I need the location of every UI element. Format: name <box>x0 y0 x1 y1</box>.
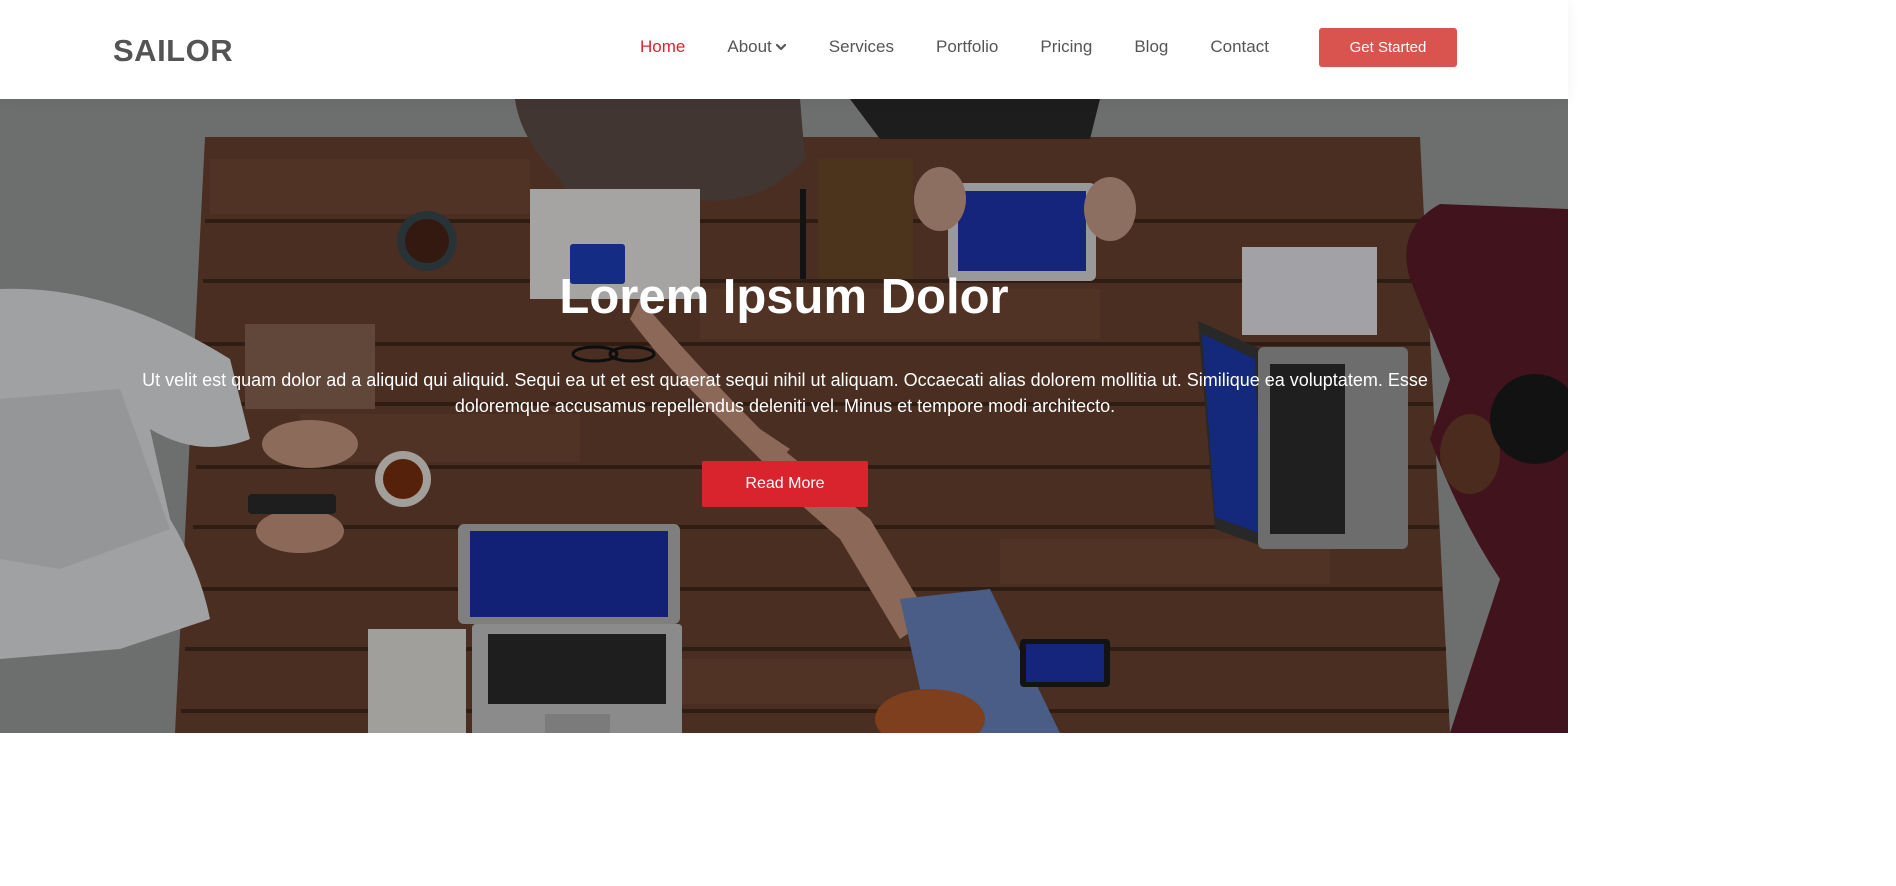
hero-title: Lorem Ipsum Dolor <box>559 270 1009 324</box>
nav-item-label: Services <box>828 37 894 56</box>
nav-item-label: About <box>727 37 772 56</box>
main-nav: Home About Services Portfolio Pricing Bl… <box>640 36 1269 58</box>
nav-item-pricing[interactable]: Pricing <box>1040 36 1092 58</box>
nav-item-about[interactable]: About <box>727 36 786 58</box>
nav-item-contact[interactable]: Contact <box>1210 36 1269 58</box>
nav-item-portfolio[interactable]: Portfolio <box>936 36 998 58</box>
hero-section: Lorem Ipsum Dolor Ut velit est quam dolo… <box>0 99 1568 733</box>
nav-item-label: Contact <box>1210 37 1269 56</box>
site-header: SAILOR Home About Services Portfolio Pri… <box>0 0 1568 99</box>
nav-item-blog[interactable]: Blog <box>1134 36 1168 58</box>
read-more-button[interactable]: Read More <box>702 461 868 507</box>
nav-item-home[interactable]: Home <box>640 36 685 58</box>
nav-item-services[interactable]: Services <box>829 36 894 58</box>
site-logo[interactable]: SAILOR <box>113 32 233 70</box>
nav-item-label: Blog <box>1134 37 1169 56</box>
nav-item-label: Home <box>640 37 686 56</box>
get-started-button[interactable]: Get Started <box>1319 28 1457 67</box>
chevron-down-icon <box>775 43 786 51</box>
nav-item-label: Pricing <box>1040 37 1093 56</box>
hero-description: Ut velit est quam dolor ad a aliquid qui… <box>142 370 1428 416</box>
nav-item-label: Portfolio <box>935 37 999 56</box>
